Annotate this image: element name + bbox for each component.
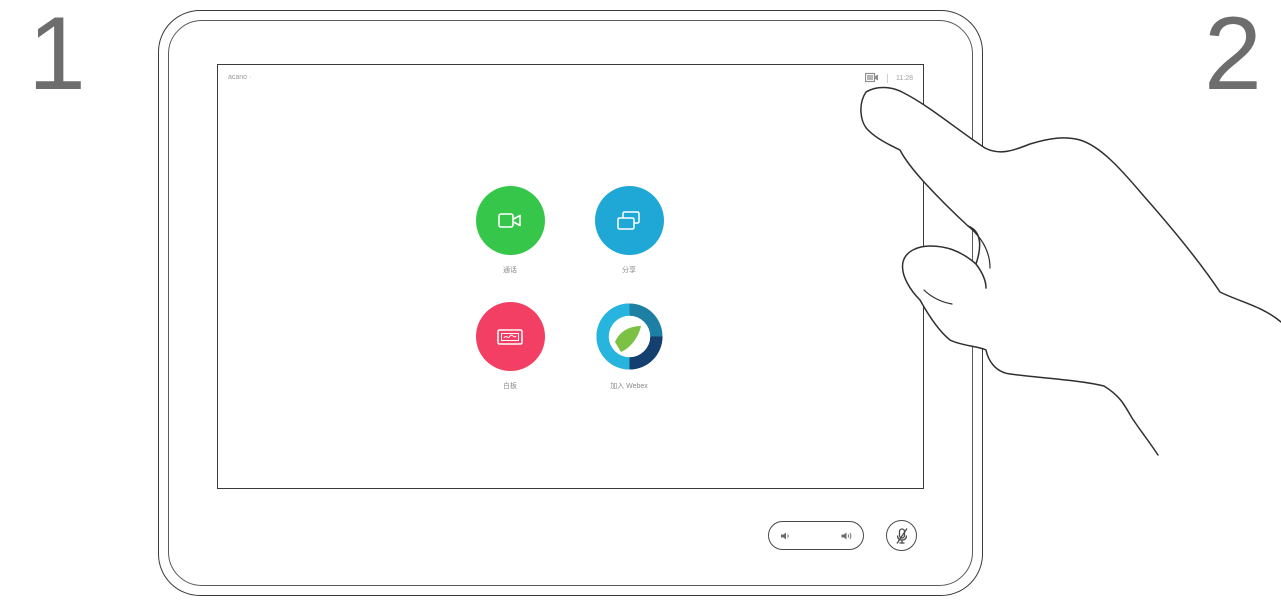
call-label: 通话 <box>503 267 517 274</box>
illustration: 1 2 acano · 11:28 通话 分享 白板 加入 Webex <box>0 0 1281 601</box>
device-name[interactable]: acano · <box>228 74 251 81</box>
share-label: 分享 <box>622 267 636 274</box>
status-bar-right: 11:28 <box>864 72 913 85</box>
webex-logo-icon <box>596 303 662 370</box>
call-tile[interactable]: 通话 <box>465 186 555 275</box>
clock: 11:28 <box>896 75 913 82</box>
status-divider <box>887 74 888 83</box>
step-number-2: 2 <box>1204 0 1262 112</box>
camera-self-view-icon[interactable] <box>864 72 879 85</box>
whiteboard-button[interactable] <box>475 302 545 371</box>
share-screens-icon <box>617 210 640 230</box>
call-button[interactable] <box>475 186 545 255</box>
volume-down-icon[interactable] <box>779 529 791 547</box>
volume-up-icon[interactable] <box>840 529 854 547</box>
microphone-mute-icon <box>895 527 908 544</box>
share-button[interactable] <box>594 186 664 255</box>
touch-panel-screen: acano · 11:28 通话 分享 白板 加入 Webex <box>217 64 924 489</box>
join-webex-button[interactable] <box>594 302 664 371</box>
share-tile[interactable]: 分享 <box>584 186 674 275</box>
volume-control[interactable] <box>768 521 864 550</box>
whiteboard-tile[interactable]: 白板 <box>465 302 555 391</box>
join-webex-tile[interactable]: 加入 Webex <box>584 302 674 391</box>
video-camera-icon <box>498 212 521 228</box>
join-webex-label: 加入 Webex <box>610 383 648 390</box>
whiteboard-label: 白板 <box>503 383 517 390</box>
microphone-mute-button[interactable] <box>886 520 917 551</box>
step-number-1: 1 <box>28 0 86 112</box>
whiteboard-icon <box>497 328 523 345</box>
